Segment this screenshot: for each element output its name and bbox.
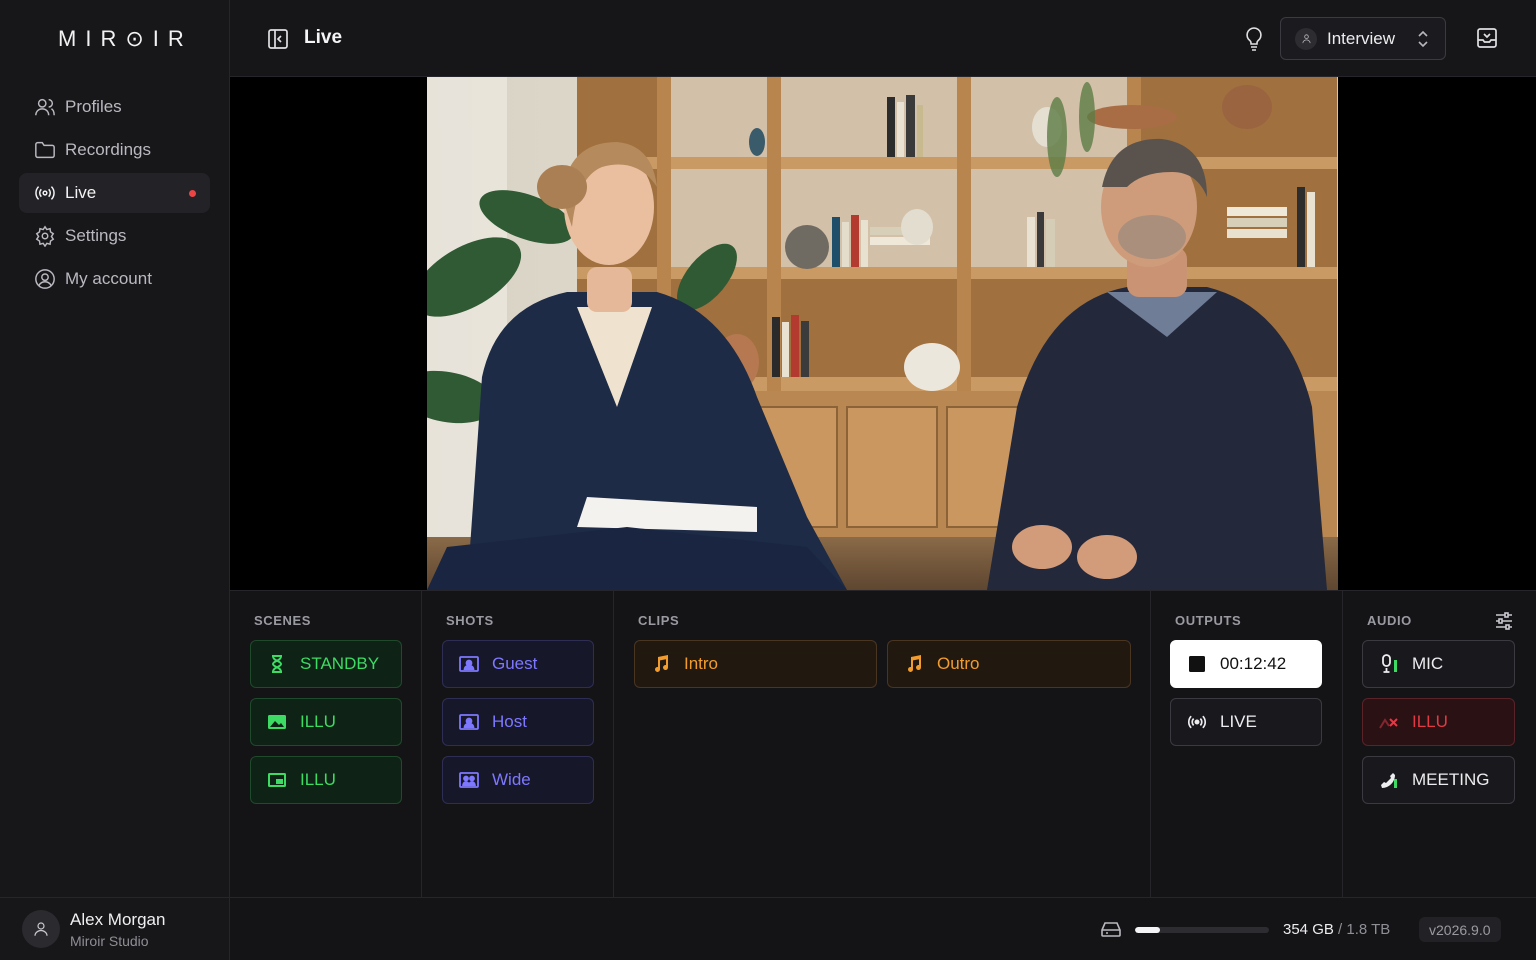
live-output-label: LIVE [1220, 712, 1257, 731]
stop-icon [1187, 654, 1207, 674]
profile-select[interactable]: Interview [1280, 17, 1446, 60]
audio-label: ILLU [1412, 712, 1448, 731]
audio-illu-button[interactable]: ILLU [1362, 698, 1515, 746]
shot-host-button[interactable]: Host [442, 698, 594, 746]
audio-label: MIC [1412, 654, 1444, 673]
sidebar-item-label: Settings [65, 226, 127, 245]
sidebar-item-label: My account [65, 269, 152, 288]
scenes-label: SCENES [254, 613, 312, 628]
clip-label: Outro [937, 654, 980, 673]
inbox-download-icon [1477, 28, 1497, 48]
outputs-column: OUTPUTS 00:12:42 LIVE [1151, 591, 1343, 898]
broadcast-icon [1187, 712, 1207, 732]
music-note-icon [651, 654, 671, 674]
storage-progress-fill [1135, 927, 1161, 933]
image-icon [267, 712, 287, 732]
user-circle-icon [34, 268, 56, 290]
sidebar-item-profiles[interactable]: Profiles [19, 87, 210, 127]
shot-guest-button[interactable]: Guest [442, 640, 594, 688]
clip-outro-button[interactable]: Outro [887, 640, 1131, 688]
scene-label: ILLU [300, 712, 336, 731]
shots-label: SHOTS [446, 613, 494, 628]
muted-image-icon [1379, 712, 1399, 732]
scene-standby-button[interactable]: STANDBY [250, 640, 402, 688]
sidebar-item-label: Live [65, 183, 97, 202]
scene-label: STANDBY [300, 654, 380, 673]
version-badge: v2026.9.0 [1419, 917, 1501, 942]
shots-column: SHOTS Guest Host Wide [422, 591, 614, 898]
sidebar-toggle-button[interactable] [266, 27, 290, 51]
status-footer: 354 GB / 1.8 TB v2026.9.0 [230, 898, 1536, 960]
user-profile[interactable]: Alex Morgan Miroir Studio [0, 897, 229, 960]
audio-mic-button[interactable]: MIC [1362, 640, 1515, 688]
shot-label: Guest [492, 654, 538, 673]
clips-column: CLIPS Intro Outro [614, 591, 1151, 898]
storage-progress-bar [1135, 927, 1269, 933]
top-bar: Live Interview [230, 0, 1536, 77]
outputs-label: OUTPUTS [1175, 613, 1242, 628]
sidebar-item-live[interactable]: Live [19, 173, 210, 213]
sidebar-item-label: Profiles [65, 97, 122, 116]
user-icon [34, 96, 56, 118]
sidebar-item-recordings[interactable]: Recordings [19, 130, 210, 170]
portrait-icon [459, 712, 479, 732]
scenes-column: SCENES STANDBY ILLU ILLU [230, 591, 422, 898]
live-indicator-dot [189, 190, 196, 197]
portrait-icon [459, 654, 479, 674]
interview-scene-image [427, 77, 1338, 590]
hourglass-icon [267, 654, 287, 674]
record-stop-button[interactable]: 00:12:42 [1170, 640, 1322, 688]
audio-settings-sliders-icon[interactable] [1494, 611, 1514, 631]
audio-label: MEETING [1412, 770, 1490, 789]
user-name: Alex Morgan [70, 909, 166, 929]
gear-icon [34, 225, 56, 247]
user-org: Miroir Studio [70, 932, 149, 949]
page-title: Live [304, 27, 343, 48]
shot-label: Wide [492, 770, 531, 789]
audio-meeting-button[interactable]: MEETING [1362, 756, 1515, 804]
storage-separator: / [1333, 921, 1347, 938]
storage-total: 1.8 TB [1346, 921, 1391, 938]
inbox-button[interactable] [1475, 26, 1499, 50]
app-logo: MIR⊙IR [58, 26, 193, 51]
lightbulb-icon [1246, 27, 1262, 51]
clip-intro-button[interactable]: Intro [634, 640, 877, 688]
shot-wide-button[interactable]: Wide [442, 756, 594, 804]
control-panel: SCENES STANDBY ILLU ILLU SHOTS Guest Hos… [230, 590, 1536, 898]
lightbulb-button[interactable] [1242, 26, 1266, 52]
audio-label: AUDIO [1367, 613, 1412, 628]
user-icon [34, 922, 48, 936]
avatar [22, 910, 60, 948]
microphone-icon [1379, 654, 1399, 674]
scene-label: ILLU [300, 770, 336, 789]
clips-label: CLIPS [638, 613, 680, 628]
music-note-icon [904, 654, 924, 674]
hard-drive-icon [1100, 920, 1122, 938]
storage-used: 354 GB [1283, 921, 1334, 938]
shot-label: Host [492, 712, 527, 731]
clip-label: Intro [684, 654, 719, 673]
sidebar-item-label: Recordings [65, 140, 151, 159]
phone-icon [1379, 770, 1399, 790]
scene-illu-pip-button[interactable]: ILLU [250, 756, 402, 804]
storage-text: 354 GB / 1.8 TB [1283, 921, 1390, 938]
group-icon [459, 770, 479, 790]
sidebar-item-my-account[interactable]: My account [19, 259, 210, 299]
broadcast-icon [34, 182, 56, 204]
sidebar-item-settings[interactable]: Settings [19, 216, 210, 256]
sidebar-nav: Profiles Recordings Live Settings My acc… [19, 87, 210, 302]
picture-in-picture-icon [267, 770, 287, 790]
user-icon [1295, 27, 1317, 50]
sidebar: MIR⊙IR Profiles Recordings Live Settings… [0, 0, 230, 960]
panel-left-icon [268, 29, 288, 49]
chevron-up-down-icon [1415, 29, 1431, 49]
folder-icon [34, 139, 56, 161]
live-output-button[interactable]: LIVE [1170, 698, 1322, 746]
scene-illu-button[interactable]: ILLU [250, 698, 402, 746]
live-preview [230, 77, 1536, 590]
audio-column: AUDIO MIC ILLU MEETING [1343, 591, 1536, 898]
record-timer: 00:12:42 [1220, 654, 1287, 673]
video-feed [427, 77, 1338, 590]
profile-select-value: Interview [1327, 28, 1396, 48]
